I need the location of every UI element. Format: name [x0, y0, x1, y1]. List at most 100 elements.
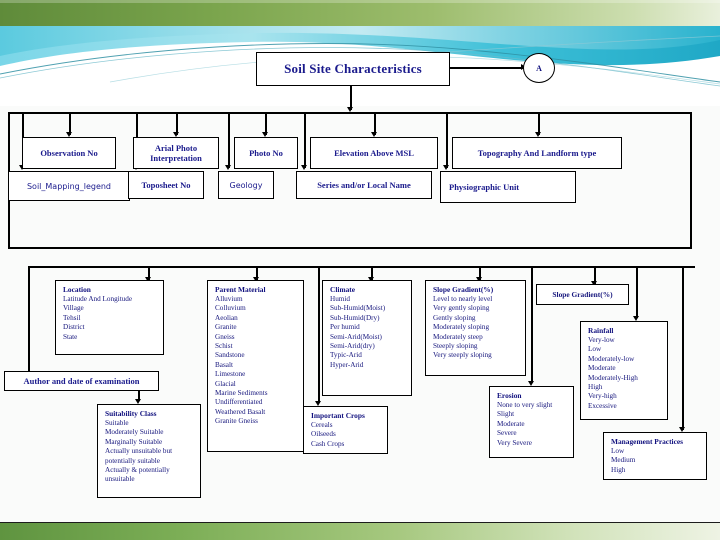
node-location-item-1: Village [63, 304, 84, 313]
node-parent-material-item-7: Basalt [215, 360, 233, 369]
node-management-practices[interactable]: Management Practices Low Medium High [603, 432, 707, 480]
node-suitability-class-item-1: Moderately Suitable [105, 428, 164, 437]
node-climate-item-0: Humid [330, 294, 350, 303]
node-location-item-2: Tehsil [63, 313, 81, 322]
node-photo-no-label: Photo No [249, 148, 283, 158]
node-author-date-examination[interactable]: Author and date of examination [4, 371, 159, 391]
node-suitability-class-title: Suitability Class [105, 409, 157, 418]
node-rainfall[interactable]: Rainfall Very-low Low Moderately-low Mod… [580, 321, 668, 420]
node-climate[interactable]: Climate Humid Sub-Humid(Moist) Sub-Humid… [322, 280, 412, 396]
arrowhead-row2-5 [443, 165, 449, 170]
node-geology[interactable]: Geology [218, 171, 274, 199]
rail-important-crops [318, 266, 320, 403]
node-slope-gradient-percent-item-5: Steeply sloping [433, 341, 478, 350]
node-management-practices-item-2: High [611, 465, 626, 474]
drop-row2-3 [228, 112, 230, 168]
node-slope-gradient-secondary[interactable]: Slope Gradient(%) [536, 284, 629, 305]
node-parent-material-item-3: Granite [215, 323, 237, 332]
rail-erosion [531, 266, 533, 383]
connector-node-a-label: A [536, 63, 542, 73]
node-erosion-item-3: Severe [497, 429, 517, 438]
node-climate-item-7: Hyper-Arid [330, 360, 364, 369]
node-topography-landform-type[interactable]: Topography And Landform type [452, 137, 622, 169]
node-erosion[interactable]: Erosion None to very slight Slight Moder… [489, 386, 574, 458]
node-important-crops-item-0: Cereals [311, 420, 333, 429]
bus-row1-top [8, 112, 692, 114]
node-parent-material-item-5: Schist [215, 341, 233, 350]
node-physiographic-unit[interactable]: Physiographic Unit [440, 171, 576, 203]
node-rainfall-item-0: Very-low [588, 335, 615, 344]
node-slope-gradient-percent-item-1: Very gently sloping [433, 304, 490, 313]
node-parent-material-item-12: Weathered Basalt [215, 407, 266, 416]
node-erosion-item-4: Very Severe [497, 438, 532, 447]
node-climate-item-3: Per humid [330, 323, 360, 332]
bottom-banner-bar [0, 522, 720, 540]
node-climate-item-2: Sub-Humid(Dry) [330, 313, 380, 322]
node-erosion-item-1: Slight [497, 410, 515, 419]
node-suitability-class[interactable]: Suitability Class Suitable Moderately Su… [97, 404, 201, 498]
node-parent-material-item-8: Limestone [215, 370, 246, 379]
node-parent-material-item-13: Granite Gneiss [215, 417, 258, 426]
diagram-title-box: Soil Site Characteristics [256, 52, 450, 86]
node-parent-material-item-9: Glacial [215, 379, 236, 388]
node-rainfall-item-7: Excessive [588, 401, 617, 410]
node-climate-item-4: Semi-Arid(Moist) [330, 332, 382, 341]
node-erosion-title: Erosion [497, 391, 522, 400]
connector-title-to-a [449, 67, 524, 69]
node-photo-no[interactable]: Photo No [234, 137, 298, 169]
diagram-title-text: Soil Site Characteristics [284, 61, 422, 76]
slide-canvas: Soil Site Characteristics A Observation … [0, 0, 720, 540]
node-suitability-class-item-4: potentially suitable [105, 456, 160, 465]
node-slope-gradient-secondary-title: Slope Gradient(%) [552, 290, 613, 299]
rail-rainfall [636, 266, 638, 318]
node-slope-gradient-percent-title: Slope Gradient(%) [433, 285, 494, 294]
node-parent-material-item-1: Colluvium [215, 304, 246, 313]
node-management-practices-title: Management Practices [611, 437, 684, 446]
bus-right-rail [690, 112, 692, 248]
node-important-crops-item-2: Cash Crops [311, 439, 345, 448]
node-physiographic-unit-label: Physiographic Unit [449, 182, 520, 192]
node-erosion-item-2: Moderate [497, 419, 525, 428]
node-location-item-3: District [63, 323, 85, 332]
node-rainfall-item-5: High [588, 382, 603, 391]
node-suitability-class-item-0: Suitable [105, 418, 129, 427]
node-slope-gradient-percent-item-3: Moderately sloping [433, 323, 490, 332]
node-important-crops-title: Important Crops [311, 411, 365, 420]
node-suitability-class-item-2: Marginally Suitable [105, 437, 163, 446]
node-topography-landform-type-label: Topography And Landform type [477, 148, 597, 158]
node-rainfall-item-2: Moderately-low [588, 354, 635, 363]
node-elevation-above-msl-label: Elevation Above MSL [334, 148, 414, 158]
node-arial-photo-interpretation-label: Arial Photo Interpretation [150, 143, 202, 163]
node-parent-material-item-2: Aeolian [215, 313, 238, 322]
node-slope-gradient-percent[interactable]: Slope Gradient(%) Level to nearly level … [425, 280, 526, 376]
node-arial-photo-interpretation[interactable]: Arial Photo Interpretation [133, 137, 219, 169]
node-soil-mapping-legend-label: Soil_Mapping_legend [26, 181, 112, 191]
node-parent-material-title: Parent Material [215, 285, 266, 294]
node-slope-gradient-percent-item-4: Moderately steep [433, 332, 483, 341]
node-climate-title: Climate [330, 285, 356, 294]
node-parent-material-item-0: Alluvium [215, 294, 243, 303]
node-erosion-item-0: None to very slight [497, 400, 553, 409]
node-slope-gradient-percent-item-6: Very steeply sloping [433, 351, 492, 360]
node-suitability-class-item-3: Actually unsuitable but [105, 447, 173, 456]
node-important-crops-item-1: Oilseeds [311, 430, 336, 439]
node-climate-item-6: Typic-Arid [330, 351, 362, 360]
node-rainfall-item-1: Low [588, 345, 602, 354]
node-toposheet-no-label: Toposheet No [141, 180, 191, 190]
node-elevation-above-msl[interactable]: Elevation Above MSL [310, 137, 438, 169]
node-suitability-class-item-5: Actually & potentially [105, 465, 170, 474]
arrowhead-row2-4 [301, 165, 307, 170]
arrowhead-row2-3 [225, 165, 231, 170]
node-geology-label: Geology [229, 180, 263, 190]
node-parent-material[interactable]: Parent Material Alluvium Colluvium Aeoli… [207, 280, 304, 452]
node-slope-gradient-percent-item-0: Level to nearly level [433, 294, 493, 303]
node-soil-mapping-legend[interactable]: Soil_Mapping_legend [8, 171, 130, 201]
node-location[interactable]: Location Latitude And Longitude Village … [55, 280, 164, 355]
rail-management [682, 266, 684, 430]
node-series-local-name[interactable]: Series and/or Local Name [296, 171, 432, 199]
node-location-title: Location [63, 285, 91, 294]
node-author-date-examination-label: Author and date of examination [23, 376, 140, 386]
node-observation-no[interactable]: Observation No [22, 137, 116, 169]
node-toposheet-no[interactable]: Toposheet No [128, 171, 204, 199]
node-important-crops[interactable]: Important Crops Cereals Oilseeds Cash Cr… [303, 406, 388, 454]
